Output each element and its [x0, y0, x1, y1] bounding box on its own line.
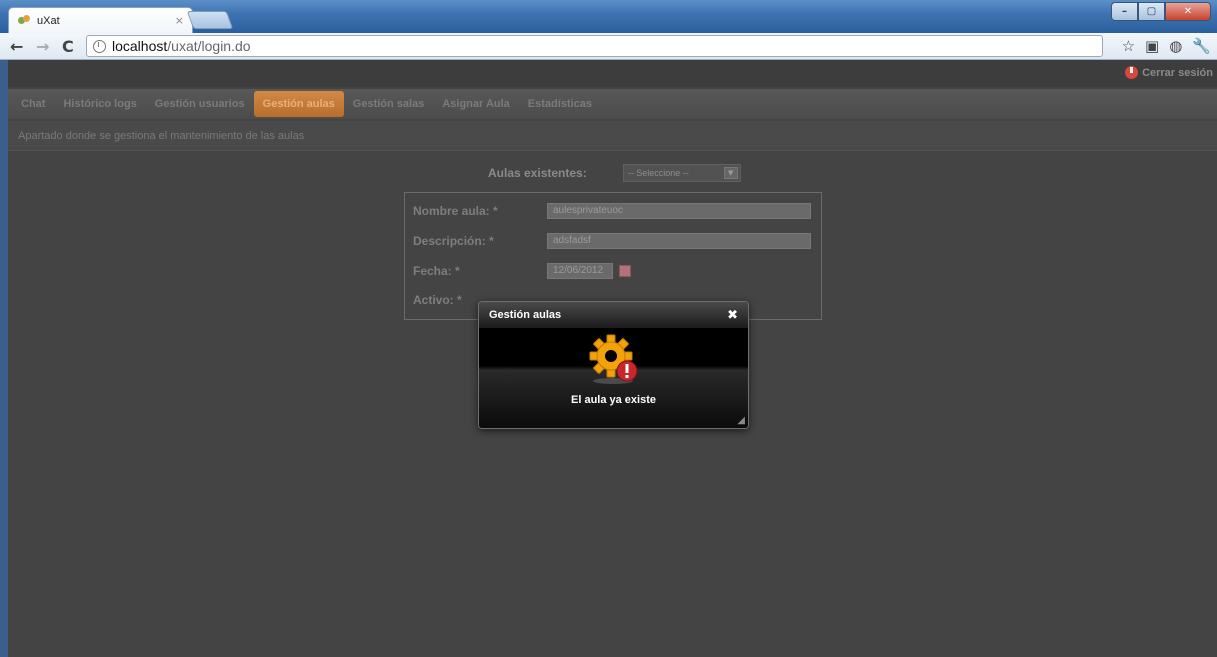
chevron-down-icon[interactable]: ▼: [723, 167, 738, 179]
dialog-title: Gestión aulas: [489, 309, 562, 321]
browser-tab[interactable]: uXat ×: [8, 7, 193, 33]
description-field-row: Descripción: * adsfadsf: [413, 233, 811, 249]
description-label: Descripción: *: [413, 234, 494, 248]
tab-title: uXat: [37, 14, 60, 27]
calendar-icon[interactable]: [619, 265, 631, 277]
date-input[interactable]: 12/06/2012: [547, 263, 613, 279]
forward-arrow-icon[interactable]: →: [36, 37, 49, 56]
main-menu: Chat Histórico logs Gestión usuarios Ges…: [8, 89, 1217, 119]
date-label: Fecha: *: [413, 264, 460, 278]
tab-historico-logs[interactable]: Histórico logs: [54, 91, 145, 117]
app-topbar: Cerrar sesión: [8, 60, 1217, 87]
minimize-button[interactable]: –: [1111, 2, 1138, 21]
back-arrow-icon[interactable]: ←: [10, 37, 23, 56]
address-bar[interactable]: localhost /uxat/login.do: [86, 35, 1103, 57]
new-tab-button[interactable]: [186, 11, 234, 29]
url-path: /uxat/login.do: [167, 38, 251, 54]
description-input[interactable]: adsfadsf: [547, 233, 811, 249]
reload-icon[interactable]: C: [62, 37, 74, 56]
existing-classrooms-row: Aulas existentes: -- Seleccione -- ▼: [488, 164, 741, 182]
gear-error-icon: [589, 334, 638, 384]
logout-label: Cerrar sesión: [1142, 66, 1213, 79]
dialog-body: El aula ya existe ◢: [479, 328, 748, 428]
page-content: Cerrar sesión Chat Histórico logs Gestió…: [8, 60, 1217, 657]
dialog-header[interactable]: Gestión aulas ✖: [479, 302, 748, 328]
tab-estadisticas[interactable]: Estadísticas: [519, 91, 601, 117]
url-host: localhost: [112, 38, 168, 54]
wrench-menu-icon[interactable]: 🔧: [1192, 37, 1211, 55]
existing-classrooms-select[interactable]: -- Seleccione -- ▼: [622, 164, 741, 182]
name-field-row: Nombre aula: * aulesprivateuoc: [413, 203, 811, 219]
maximize-button[interactable]: ▢: [1138, 2, 1165, 21]
dialog-message: El aula ya existe: [571, 394, 656, 406]
tab-gestion-aulas[interactable]: Gestión aulas: [253, 91, 344, 117]
power-icon: [1125, 66, 1139, 79]
window-controls: – ▢ ✕: [1111, 2, 1211, 21]
section-description-text: Apartado donde se gestiona el mantenimie…: [18, 129, 305, 142]
window-close-button[interactable]: ✕: [1165, 2, 1211, 21]
browser-titlebar: uXat × – ▢ ✕: [0, 0, 1217, 33]
tab-chat[interactable]: Chat: [12, 91, 54, 117]
date-field-row: Fecha: * 12/06/2012: [413, 263, 631, 279]
existing-classrooms-label: Aulas existentes:: [488, 166, 587, 180]
name-input[interactable]: aulesprivateuoc: [547, 203, 811, 219]
page-info-icon[interactable]: [93, 39, 106, 53]
extension-icon[interactable]: ▣: [1145, 37, 1159, 55]
tab-gestion-salas[interactable]: Gestión salas: [344, 91, 434, 117]
logout-link[interactable]: Cerrar sesión: [1125, 66, 1213, 79]
tab-close-icon[interactable]: ×: [175, 14, 184, 27]
browser-toolbar: ← → C localhost /uxat/login.do ☆ ▣ ◍ 🔧: [0, 33, 1217, 60]
error-dialog: Gestión aulas ✖ El aula ya existe ◢: [478, 301, 749, 429]
app-favicon-icon: [17, 14, 31, 28]
toolbar-icons: ☆ ▣ ◍ 🔧: [1122, 37, 1211, 55]
tab-asignar-aula[interactable]: Asignar Aula: [433, 91, 518, 117]
name-label: Nombre aula: *: [413, 204, 498, 218]
tab-gestion-usuarios[interactable]: Gestión usuarios: [146, 91, 254, 117]
close-icon[interactable]: ✖: [727, 308, 738, 323]
extension-globe-icon[interactable]: ◍: [1169, 37, 1182, 55]
select-value: -- Seleccione --: [627, 168, 689, 178]
resize-handle-icon[interactable]: ◢: [737, 415, 745, 426]
section-description: Apartado donde se gestiona el mantenimie…: [8, 121, 1217, 151]
bookmark-star-icon[interactable]: ☆: [1122, 37, 1135, 55]
